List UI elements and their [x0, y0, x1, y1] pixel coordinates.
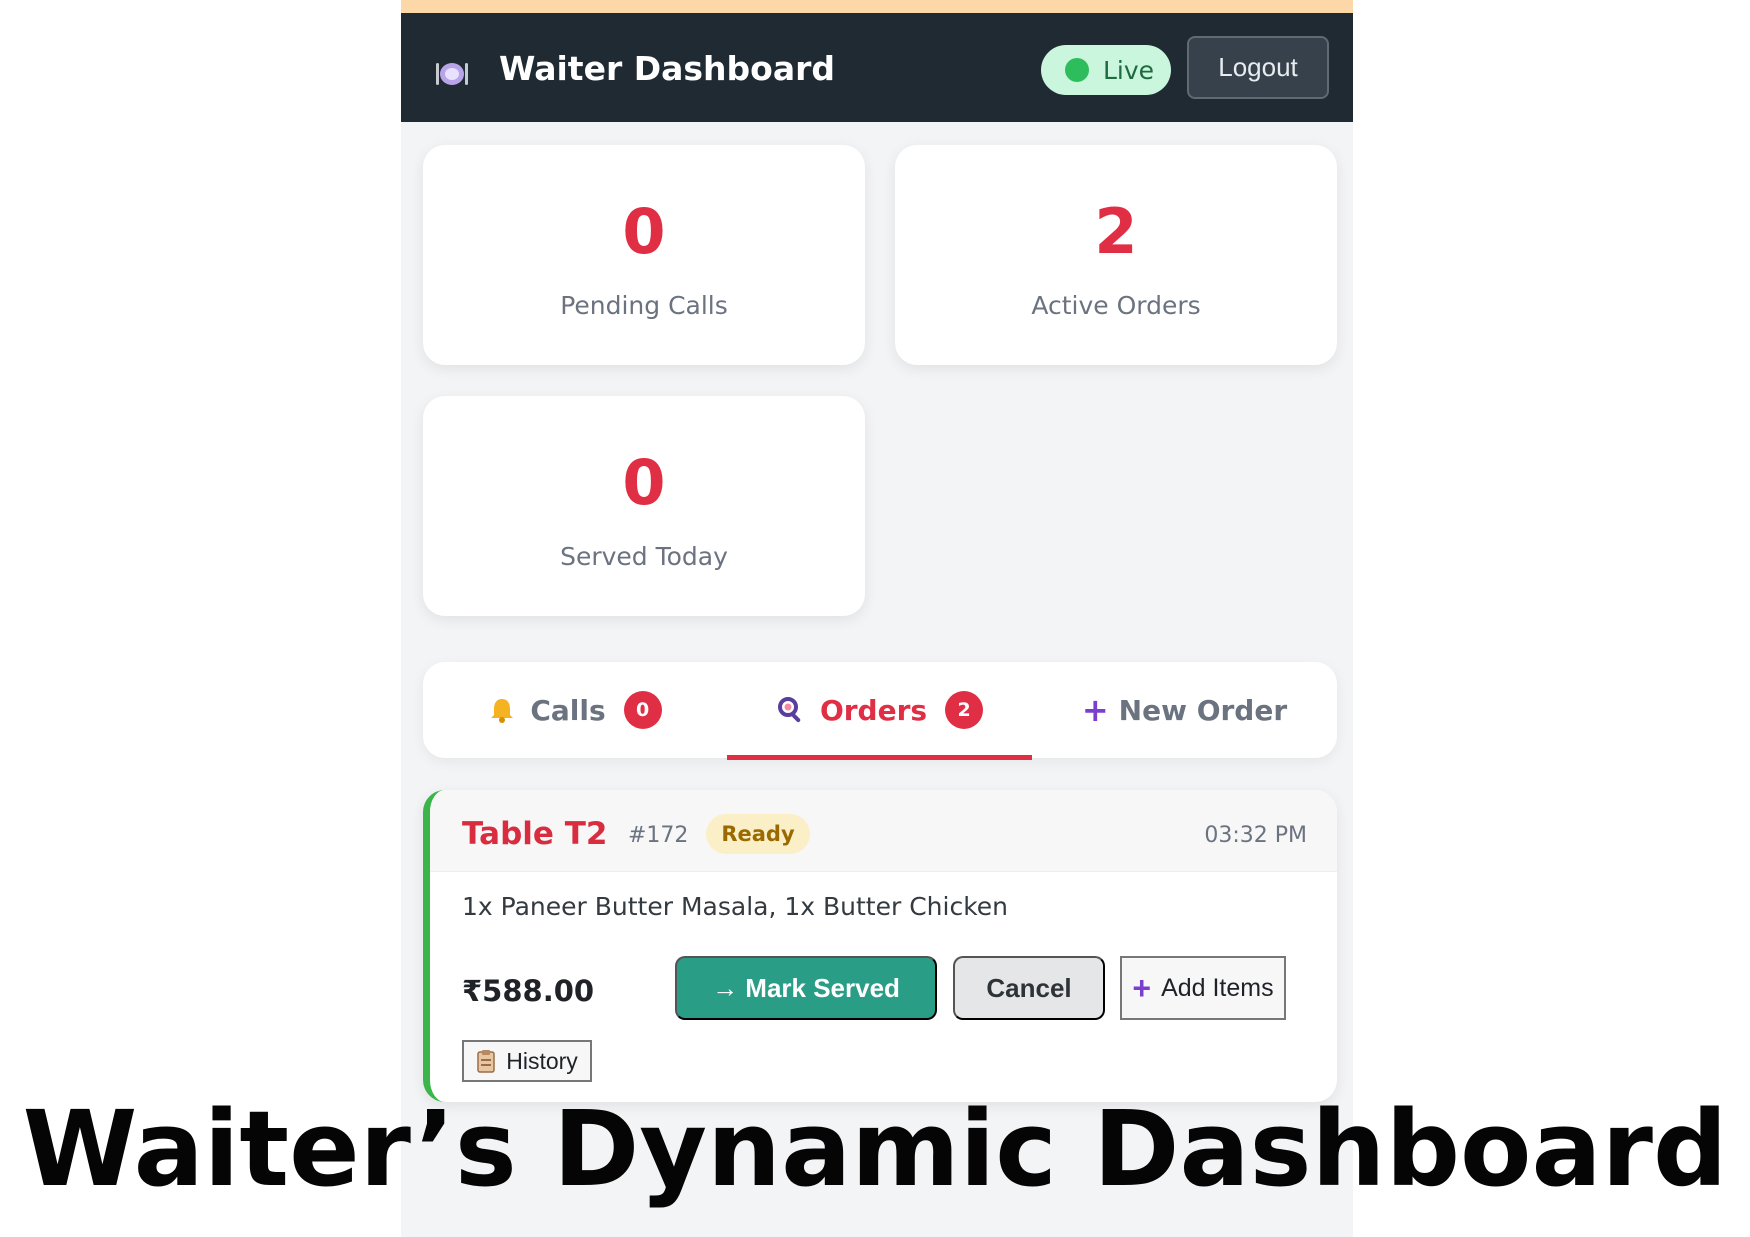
- tab-calls[interactable]: Calls 0: [423, 662, 727, 758]
- top-accent-bar: [401, 0, 1353, 13]
- active-tab-indicator: [727, 755, 1032, 760]
- active-orders-card: 2 Active Orders: [895, 145, 1337, 365]
- tab-new-order[interactable]: + New Order: [1032, 662, 1337, 758]
- cancel-order-button[interactable]: Cancel: [953, 956, 1105, 1020]
- pending-calls-label: Pending Calls: [560, 291, 728, 320]
- served-today-value: 0: [622, 446, 666, 519]
- calls-count-badge: 0: [623, 691, 662, 729]
- active-orders-value: 2: [1094, 195, 1138, 268]
- live-status-label: Live: [1103, 55, 1155, 85]
- pending-calls-card: 0 Pending Calls: [423, 145, 865, 365]
- add-plus-icon: +: [1132, 970, 1152, 1006]
- served-today-card: 0 Served Today: [423, 396, 865, 616]
- clipboard-icon: [477, 1050, 495, 1073]
- tab-orders[interactable]: Orders 2: [727, 662, 1032, 758]
- app-header: Waiter Dashboard Live Logout: [401, 13, 1353, 122]
- dashboard-screen: Waiter Dashboard Live Logout 0 Pending C…: [401, 0, 1353, 1237]
- bell-icon: [491, 699, 514, 723]
- logout-button[interactable]: Logout: [1187, 36, 1329, 99]
- add-items-label: Add Items: [1161, 973, 1274, 1002]
- tab-calls-label: Calls: [530, 693, 606, 727]
- screenshot-stage: Waiter Dashboard Live Logout 0 Pending C…: [0, 0, 1750, 1237]
- image-caption: Waiter’s Dynamic Dashboard: [22, 1088, 1728, 1210]
- live-status-badge: Live: [1041, 45, 1171, 95]
- order-time: 03:32 PM: [1204, 823, 1307, 848]
- served-today-label: Served Today: [560, 542, 728, 571]
- order-card-header: Table T2 #172 Ready 03:32 PM: [430, 790, 1337, 872]
- order-table-name: Table T2: [462, 816, 608, 852]
- pending-calls-value: 0: [622, 195, 666, 268]
- history-label: History: [506, 1047, 578, 1074]
- order-items: 1x Paneer Butter Masala, 1x Butter Chick…: [462, 892, 1009, 921]
- history-button[interactable]: History: [462, 1040, 592, 1082]
- add-items-button[interactable]: + Add Items: [1120, 956, 1286, 1020]
- orders-count-badge: 2: [945, 691, 984, 729]
- order-status-badge: Ready: [706, 814, 810, 854]
- active-orders-label: Active Orders: [1031, 291, 1201, 320]
- plate-icon: [436, 63, 468, 85]
- tab-new-order-label: New Order: [1118, 693, 1288, 727]
- order-number: #172: [628, 823, 689, 848]
- tab-orders-label: Orders: [819, 693, 928, 727]
- dashboard-tabs: Calls 0 Orders 2 + New Order: [423, 662, 1337, 758]
- magnifier-icon: [777, 697, 801, 723]
- page-title: Waiter Dashboard: [499, 49, 835, 88]
- plus-icon: +: [1081, 691, 1109, 729]
- order-card: Table T2 #172 Ready 03:32 PM 1x Paneer B…: [423, 790, 1337, 1102]
- live-indicator-icon: [1065, 58, 1089, 82]
- order-total: ₹588.00: [462, 974, 595, 1008]
- mark-served-button[interactable]: → Mark Served: [675, 956, 937, 1020]
